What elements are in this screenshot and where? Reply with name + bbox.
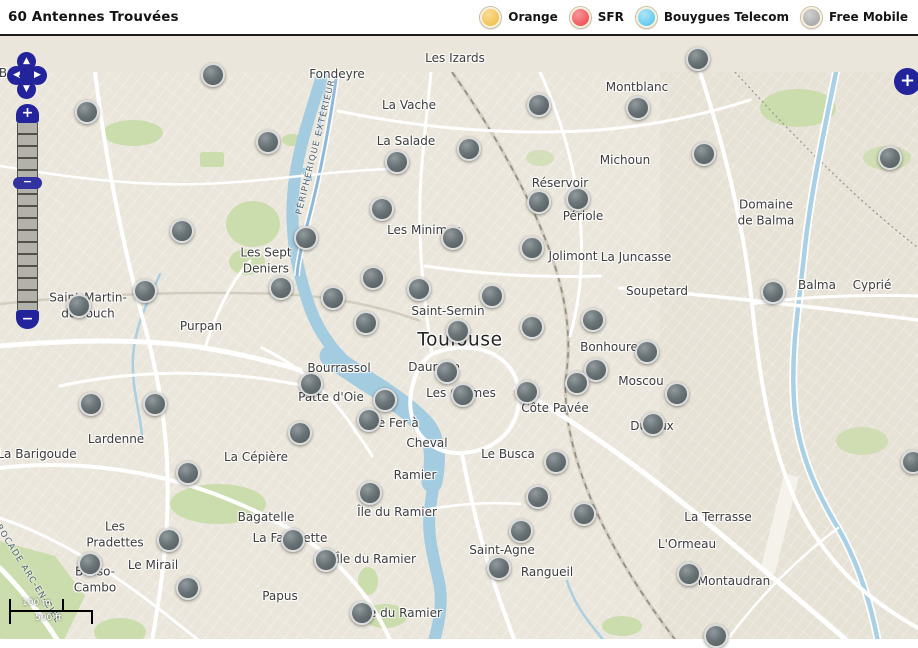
scale-imperial-label: 500 ft: [35, 613, 62, 623]
legend-item-orange: Orange: [480, 7, 558, 28]
antenna-marker[interactable]: [626, 96, 650, 120]
antenna-marker[interactable]: [314, 548, 338, 572]
scale-tick-left: [9, 599, 11, 624]
antenna-marker[interactable]: [901, 450, 918, 474]
zoom-in-button[interactable]: +: [16, 104, 39, 123]
antenna-marker[interactable]: [544, 450, 568, 474]
scale-metric-label: 100 m: [22, 598, 51, 608]
antenna-marker[interactable]: [565, 371, 589, 395]
legend-item-free-mobile: Free Mobile: [801, 7, 908, 28]
zoom-slider-handle[interactable]: −: [13, 177, 42, 189]
scale-tick-imperial: [91, 610, 93, 624]
antenna-marker[interactable]: [321, 286, 345, 310]
antenna-marker[interactable]: [373, 388, 397, 412]
antenna-marker[interactable]: [176, 576, 200, 600]
antenna-marker[interactable]: [677, 562, 701, 586]
antenna-marker[interactable]: [451, 383, 475, 407]
antenna-marker[interactable]: [256, 130, 280, 154]
antenna-marker[interactable]: [143, 392, 167, 416]
antenna-marker[interactable]: [878, 146, 902, 170]
legend-item-sfr: SFR: [570, 7, 624, 28]
antenna-marker[interactable]: [704, 624, 728, 648]
antenna-marker[interactable]: [509, 519, 533, 543]
antenna-marker[interactable]: [269, 276, 293, 300]
antenna-marker[interactable]: [294, 226, 318, 250]
antenna-marker[interactable]: [176, 461, 200, 485]
scale-bar: 100 m 500 ft: [9, 597, 99, 627]
antenna-marker[interactable]: [79, 392, 103, 416]
legend-item-label: Bouygues Telecom: [664, 10, 789, 24]
antenna-marker[interactable]: [520, 315, 544, 339]
antenna-marker[interactable]: [78, 552, 102, 576]
scale-line: [9, 610, 93, 612]
antenna-marker[interactable]: [370, 197, 394, 221]
antenna-marker[interactable]: [361, 266, 385, 290]
antenna-marker[interactable]: [527, 190, 551, 214]
antenna-marker[interactable]: [75, 100, 99, 124]
antenna-marker[interactable]: [357, 408, 381, 432]
antenna-marker[interactable]: [157, 528, 181, 552]
antenna-marker[interactable]: [67, 294, 91, 318]
layer-switcher-button[interactable]: +: [894, 68, 918, 95]
antenna-marker[interactable]: [170, 219, 194, 243]
antenna-marker[interactable]: [761, 280, 785, 304]
operator-color-icon: [480, 7, 501, 28]
page-title: 60 Antennes Trouvées: [0, 9, 179, 25]
pan-control: ▲ ◀ ▶ ▼: [7, 52, 47, 100]
antenna-marker[interactable]: [581, 308, 605, 332]
operator-color-icon: [801, 7, 822, 28]
legend: Orange SFR Bouygues Telecom Free Mobile: [468, 7, 918, 28]
antenna-marker[interactable]: [572, 502, 596, 526]
antenna-marker[interactable]: [299, 372, 323, 396]
map-terrain: [0, 72, 918, 639]
antenna-marker[interactable]: [566, 187, 590, 211]
antenna-marker[interactable]: [281, 528, 305, 552]
legend-item-label: Free Mobile: [829, 10, 908, 24]
antenna-marker[interactable]: [515, 380, 539, 404]
antenna-marker[interactable]: [635, 340, 659, 364]
antenna-marker[interactable]: [385, 150, 409, 174]
legend-item-label: SFR: [598, 10, 624, 24]
antenna-marker[interactable]: [201, 63, 225, 87]
antenna-marker[interactable]: [441, 226, 465, 250]
legend-item-bouygues-telecom: Bouygues Telecom: [636, 7, 789, 28]
antenna-marker[interactable]: [350, 601, 374, 625]
antenna-marker[interactable]: [133, 279, 157, 303]
pan-down-button[interactable]: ▼: [17, 80, 36, 99]
operator-color-icon: [636, 7, 657, 28]
antenna-marker[interactable]: [457, 137, 481, 161]
antenna-marker[interactable]: [665, 382, 689, 406]
antenna-marker[interactable]: [641, 412, 665, 436]
header: 60 Antennes Trouvées Orange SFR Bouygues T…: [0, 0, 918, 36]
antenna-marker[interactable]: [358, 481, 382, 505]
antenna-marker[interactable]: [354, 311, 378, 335]
antenna-marker[interactable]: [686, 47, 710, 71]
legend-item-label: Orange: [508, 10, 558, 24]
antenna-map-app: BLes IzardsFondeyreLa VacheMontblancLa S…: [0, 0, 918, 639]
operator-color-icon: [570, 7, 591, 28]
antenna-marker[interactable]: [435, 360, 459, 384]
antenna-marker[interactable]: [480, 284, 504, 308]
antenna-marker[interactable]: [526, 485, 550, 509]
antenna-marker[interactable]: [407, 277, 431, 301]
antenna-marker[interactable]: [288, 421, 312, 445]
antenna-marker[interactable]: [446, 319, 470, 343]
antenna-marker[interactable]: [692, 142, 716, 166]
antenna-marker[interactable]: [487, 556, 511, 580]
zoom-slider-track[interactable]: −: [17, 123, 38, 310]
antenna-marker[interactable]: [520, 236, 544, 260]
scale-tick-metric: [62, 599, 64, 612]
antenna-marker[interactable]: [527, 93, 551, 117]
